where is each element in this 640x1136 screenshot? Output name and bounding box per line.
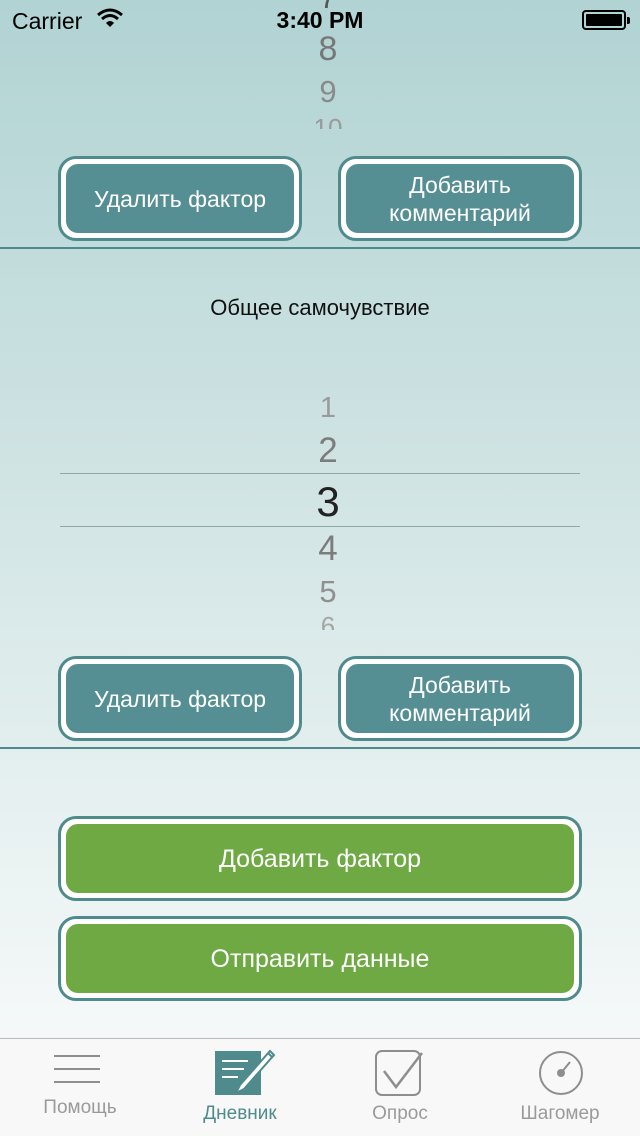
clock: 3:40 PM [276, 7, 364, 33]
tab-survey[interactable]: Опрос [320, 1039, 480, 1136]
add-comment-2-wrapper: Добавить комментарий [338, 656, 582, 741]
add-factor-wrapper: Добавить фактор [58, 816, 582, 901]
picker-value: 10 [313, 113, 343, 129]
checkbox-icon [375, 1050, 423, 1096]
tab-label: Опрос [372, 1103, 428, 1124]
add-comment-button[interactable]: Добавить комментарий [346, 164, 574, 233]
delete-factor-1-wrapper: Удалить фактор [58, 156, 302, 241]
tab-label: Шагомер [520, 1103, 600, 1124]
picker-selected-value: 3 [316, 478, 340, 525]
add-comment-1-wrapper: Добавить комментарий [338, 156, 582, 241]
picker-value: 6 [320, 611, 336, 630]
tab-help[interactable]: Помощь [0, 1039, 160, 1136]
gauge-icon [539, 1051, 583, 1095]
picker-value: 4 [318, 529, 338, 568]
diary-screen: Carrier 3:40 PM 7 8 9 10 Удалить фактор … [0, 0, 640, 1136]
delete-factor-2-wrapper: Удалить фактор [58, 656, 302, 741]
factor-section-2: Общее самочувствие 1 2 3 4 5 6 Удалить ф… [0, 249, 640, 749]
picker-value: 1 [319, 392, 337, 424]
picker-value: 5 [319, 574, 337, 609]
add-comment-button[interactable]: Добавить комментарий [346, 664, 574, 733]
picker-selection-top-line [60, 473, 580, 474]
send-data-wrapper: Отправить данные [58, 916, 582, 1001]
tab-label: Дневник [203, 1103, 277, 1124]
picker-selection-bottom-line [60, 526, 580, 527]
factor-title: Общее самочувствие [210, 295, 430, 320]
delete-factor-button[interactable]: Удалить фактор [66, 664, 294, 733]
picker-value: 2 [318, 431, 338, 470]
tab-bar: Помощь Дневник Опрос Шагомер [0, 1038, 640, 1136]
tab-pedometer[interactable]: Шагомер [480, 1039, 640, 1136]
add-factor-button[interactable]: Добавить фактор [66, 824, 574, 893]
picker-value: 9 [319, 74, 337, 109]
status-bar: Carrier 3:40 PM [0, 0, 640, 40]
tab-diary[interactable]: Дневник [160, 1039, 320, 1136]
pencil-notepad-icon [215, 1049, 276, 1096]
delete-factor-button[interactable]: Удалить фактор [66, 164, 294, 233]
tab-label: Помощь [43, 1097, 117, 1118]
menu-lines-icon [54, 1055, 100, 1083]
send-data-button[interactable]: Отправить данные [66, 924, 574, 993]
battery-icon [582, 10, 630, 30]
